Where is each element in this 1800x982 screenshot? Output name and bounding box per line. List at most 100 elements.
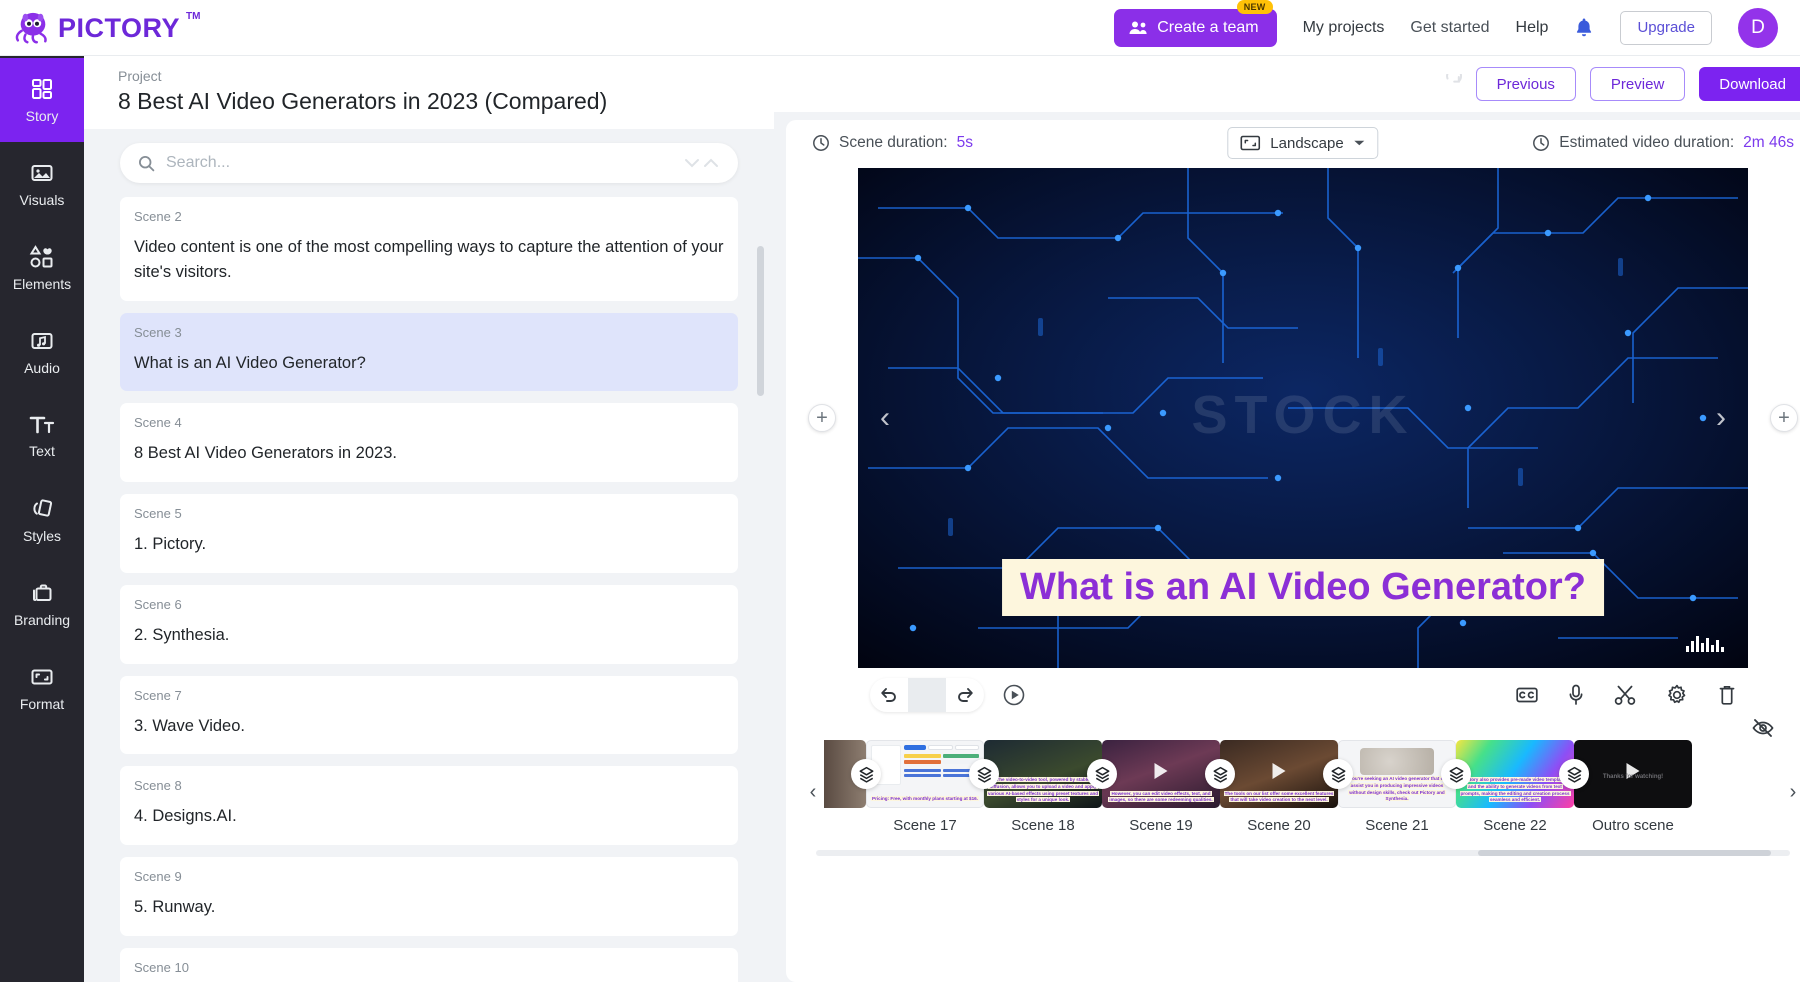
scene-card[interactable]: Scene 84. Designs.AI. bbox=[120, 766, 738, 845]
filmstrip-item[interactable]: Pictory also provides pre-made video tem… bbox=[1456, 740, 1574, 834]
create-team-label: Create a team bbox=[1157, 19, 1258, 37]
scene-thumbnail-label: Scene 18 bbox=[1011, 817, 1074, 834]
search-box[interactable] bbox=[120, 143, 738, 183]
scene-thumbnail[interactable]: However, you can edit video effects, tex… bbox=[1102, 740, 1220, 808]
chevron-down-icon bbox=[684, 156, 701, 170]
scene-transition-button[interactable] bbox=[969, 759, 999, 789]
scene-transition-button[interactable] bbox=[1323, 759, 1353, 789]
previous-button[interactable]: Previous bbox=[1476, 67, 1576, 101]
notifications-button[interactable] bbox=[1574, 17, 1594, 38]
scene-transition-button[interactable] bbox=[1559, 759, 1589, 789]
scene-thumbnail[interactable]: The tools on our list offer some excelle… bbox=[1220, 740, 1338, 808]
scene-card-text[interactable]: 3. Wave Video. bbox=[134, 714, 724, 739]
undo-button[interactable] bbox=[870, 678, 908, 712]
sidebar-item-branding[interactable]: Branding bbox=[0, 562, 84, 646]
trash-icon bbox=[1718, 684, 1736, 706]
sidebar-item-audio[interactable]: Audio bbox=[0, 310, 84, 394]
scene-transition-button[interactable] bbox=[851, 759, 881, 789]
bell-icon bbox=[1574, 17, 1594, 38]
microphone-icon bbox=[1568, 684, 1584, 706]
filmstrip-scrollbar[interactable] bbox=[816, 850, 1790, 856]
settings-button[interactable] bbox=[1666, 684, 1688, 706]
nav-get-started[interactable]: Get started bbox=[1410, 19, 1489, 37]
scene-list[interactable]: Scene 2Video content is one of the most … bbox=[84, 191, 774, 982]
scene-card[interactable]: Scene 95. Runway. bbox=[120, 857, 738, 936]
scene-thumbnail[interactable]: If you're seeking an AI video generator … bbox=[1338, 740, 1456, 808]
play-button[interactable] bbox=[1002, 683, 1026, 707]
filmstrip-item[interactable]: If you're seeking an AI video generator … bbox=[1338, 740, 1456, 834]
scene-thumbnail[interactable]: Pictory also provides pre-made video tem… bbox=[1456, 740, 1574, 808]
scene-card-text[interactable]: 8 Best AI Video Generators in 2023. bbox=[134, 441, 724, 466]
captions-button[interactable] bbox=[1516, 686, 1538, 704]
filmstrip-item[interactable]: Thanks for watching! Outro scene bbox=[1574, 740, 1692, 834]
filmstrip-item[interactable]: However, you can edit video effects, tex… bbox=[1102, 740, 1220, 834]
user-avatar[interactable]: D bbox=[1738, 8, 1778, 48]
trim-button[interactable] bbox=[1614, 684, 1636, 706]
scene-card[interactable]: Scene 106. Raw Shorts. bbox=[120, 948, 738, 982]
sidebar-item-elements[interactable]: Elements bbox=[0, 226, 84, 310]
scene-card-text[interactable]: 4. Designs.AI. bbox=[134, 804, 724, 829]
scene-thumbnail[interactable]: Thanks for watching! bbox=[1574, 740, 1692, 808]
aspect-icon bbox=[1240, 135, 1260, 151]
scene-list-scrollbar[interactable] bbox=[757, 246, 764, 974]
scene-transition-button[interactable] bbox=[1441, 759, 1471, 789]
sidebar-item-format[interactable]: Format bbox=[0, 646, 84, 730]
search-nav-chevrons[interactable] bbox=[684, 156, 720, 170]
scene-caption-text[interactable]: What is an AI Video Generator? bbox=[1002, 559, 1604, 616]
scene-transition-button[interactable] bbox=[1087, 759, 1117, 789]
scene-thumbnail-label: Outro scene bbox=[1592, 817, 1674, 834]
next-scene-arrow[interactable]: › bbox=[1704, 401, 1738, 435]
scene-card-text[interactable]: Video content is one of the most compell… bbox=[134, 235, 724, 285]
scene-thumbnail[interactable]: Pricing: Free, with monthly plans starti… bbox=[866, 740, 984, 808]
scene-card[interactable]: Scene 73. Wave Video. bbox=[120, 676, 738, 755]
previous-scene-arrow[interactable]: ‹ bbox=[868, 401, 902, 435]
scene-card-text[interactable]: 2. Synthesia. bbox=[134, 623, 724, 648]
scene-card[interactable]: Scene 51. Pictory. bbox=[120, 494, 738, 573]
sidebar-item-text[interactable]: Text bbox=[0, 394, 84, 478]
download-button[interactable]: Download bbox=[1699, 67, 1800, 101]
add-scene-before-button[interactable]: + bbox=[808, 404, 836, 432]
sidebar-item-visuals[interactable]: Visuals bbox=[0, 142, 84, 226]
scene-card-text[interactable]: 1. Pictory. bbox=[134, 532, 724, 557]
delete-scene-button[interactable] bbox=[1718, 684, 1736, 706]
scene-card[interactable]: Scene 62. Synthesia. bbox=[120, 585, 738, 664]
scene-transition-button[interactable] bbox=[1205, 759, 1235, 789]
search-input[interactable] bbox=[166, 154, 673, 172]
filmstrip-item[interactable]: The video-to-video tool, powered by stab… bbox=[984, 740, 1102, 834]
filmstrip-next-button[interactable]: › bbox=[1782, 781, 1800, 804]
scene-duration: Scene duration: 5s bbox=[812, 134, 973, 152]
filmstrip-scroll-thumb[interactable] bbox=[1478, 850, 1770, 856]
sidebar-label-styles: Styles bbox=[23, 528, 61, 544]
filmstrip-item[interactable]: The tools on our list offer some excelle… bbox=[1220, 740, 1338, 834]
scene-card-text[interactable]: 5. Runway. bbox=[134, 895, 724, 920]
scene-card[interactable]: Scene 3What is an AI Video Generator? bbox=[120, 313, 738, 392]
scene-card-text[interactable]: What is an AI Video Generator? bbox=[134, 351, 724, 376]
sidebar-item-story[interactable]: Story bbox=[0, 58, 84, 142]
add-scene-after-button[interactable]: + bbox=[1770, 404, 1798, 432]
pictory-logo[interactable]: PICTORY TM bbox=[14, 10, 200, 46]
sidebar-item-styles[interactable]: Styles bbox=[0, 478, 84, 562]
video-preview-stage[interactable]: STOCK ‹ › What is an AI Video Generator? bbox=[858, 168, 1748, 668]
pictory-editor-app: PICTORY TM Create a team NEW My projects… bbox=[0, 0, 1800, 982]
preview-button[interactable]: Preview bbox=[1590, 67, 1685, 101]
refresh-icon[interactable] bbox=[1442, 74, 1462, 94]
filmstrip-track[interactable]: Pricing: Free, with monthly plans starti… bbox=[824, 740, 1782, 844]
filmstrip-prev-button[interactable]: ‹ bbox=[802, 781, 824, 804]
filmstrip-item[interactable]: Pricing: Free, with monthly plans starti… bbox=[866, 740, 984, 834]
scene-card[interactable]: Scene 2Video content is one of the most … bbox=[120, 197, 738, 301]
transition-icon bbox=[1094, 766, 1111, 783]
thumbnail-caption: The video-to-video tool, powered by stab… bbox=[987, 777, 1099, 804]
scene-duration-value: 5s bbox=[957, 134, 973, 152]
upgrade-button[interactable]: Upgrade bbox=[1620, 11, 1712, 45]
scene-card[interactable]: Scene 48 Best AI Video Generators in 202… bbox=[120, 403, 738, 482]
scene-thumbnail[interactable]: The video-to-video tool, powered by stab… bbox=[984, 740, 1102, 808]
scene-thumbnail-label: Scene 22 bbox=[1483, 817, 1546, 834]
aspect-ratio-select[interactable]: Landscape bbox=[1227, 127, 1378, 159]
nav-help[interactable]: Help bbox=[1516, 19, 1549, 37]
redo-button[interactable] bbox=[946, 678, 984, 712]
scene-list-scroll-thumb[interactable] bbox=[757, 246, 764, 396]
scene-thumbnail-label: Scene 17 bbox=[893, 817, 956, 834]
voiceover-button[interactable] bbox=[1568, 684, 1584, 706]
nav-my-projects[interactable]: My projects bbox=[1303, 19, 1385, 37]
create-team-button[interactable]: Create a team NEW bbox=[1114, 9, 1276, 47]
